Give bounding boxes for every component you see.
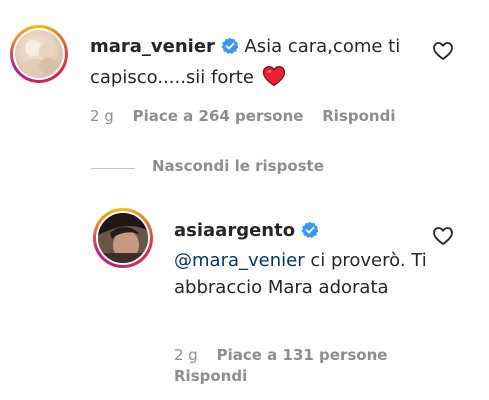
- verified-badge-icon: [301, 220, 319, 247]
- like-heart-icon[interactable]: [432, 41, 454, 61]
- reply-button[interactable]: Rispondi: [322, 107, 395, 125]
- verified-badge-icon: [221, 36, 239, 64]
- comment-meta: 2 g Piace a 264 persone Rispondi: [90, 107, 395, 125]
- hide-replies-button[interactable]: Nascondi le risposte: [152, 157, 324, 175]
- likes-count-link[interactable]: Piace a 264 persone: [133, 107, 304, 125]
- divider-line: [91, 168, 135, 169]
- red-heart-emoji-icon: [262, 65, 286, 96]
- avatar-mara-venier[interactable]: [10, 25, 68, 83]
- comment-asiaargento: asiaargento @mara_venier ci proverò. Ti …: [174, 217, 434, 301]
- username-asiaargento[interactable]: asiaargento: [174, 220, 295, 241]
- comment-meta: 2 g Piace a 131 persone Rispondi: [174, 345, 414, 387]
- comment-time: 2 g: [90, 107, 114, 125]
- avatar-asiaargento[interactable]: [93, 208, 153, 268]
- comment-mara-venier: mara_venier Asia cara,come ti capisco...…: [90, 33, 420, 96]
- comment-time: 2 g: [174, 346, 198, 364]
- reply-button[interactable]: Rispondi: [174, 367, 247, 385]
- comment-thread: mara_venier Asia cara,come ti capisco...…: [0, 0, 489, 400]
- likes-count-link[interactable]: Piace a 131 persone: [217, 346, 388, 364]
- mention-link[interactable]: @mara_venier: [174, 250, 305, 271]
- like-heart-icon[interactable]: [432, 226, 454, 246]
- username-mara-venier[interactable]: mara_venier: [90, 36, 215, 57]
